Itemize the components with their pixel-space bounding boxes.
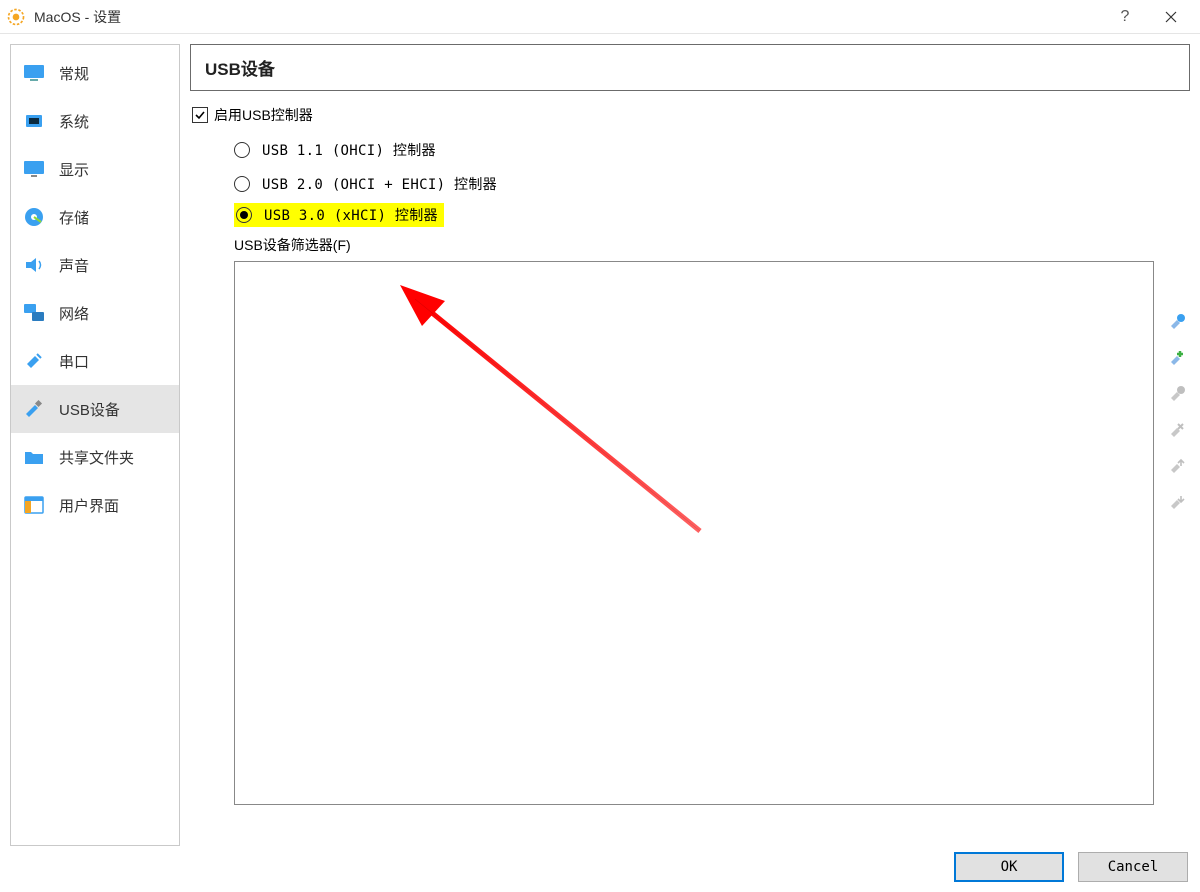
panel-title: USB设备 [190, 44, 1190, 91]
sidebar-item-system[interactable]: 系统 [11, 97, 179, 145]
sidebar-label: 存储 [59, 207, 89, 228]
usb-move-up-icon [1164, 455, 1188, 479]
folder-icon [21, 444, 47, 470]
window-controls: ? [1102, 1, 1194, 33]
sidebar-item-general[interactable]: 常规 [11, 49, 179, 97]
sidebar: 常规 系统 显示 存储 声音 网络 串口 USB设备 [10, 44, 180, 846]
sidebar-label: 共享文件夹 [59, 447, 134, 468]
sidebar-item-audio[interactable]: 声音 [11, 241, 179, 289]
window-title: MacOS - 设置 [34, 7, 1102, 27]
usb-remove-icon [1164, 419, 1188, 443]
settings-panel: USB设备 启用USB控制器 USB 1.1 (OHCI) 控制器 USB 2.… [190, 44, 1190, 846]
radio-usb-2-0[interactable]: USB 2.0 (OHCI + EHCI) 控制器 [234, 167, 1190, 201]
content-area: 常规 系统 显示 存储 声音 网络 串口 USB设备 [0, 34, 1200, 846]
sidebar-item-usb[interactable]: USB设备 [11, 385, 179, 433]
usb-add-from-device-icon[interactable] [1164, 347, 1188, 371]
sidebar-item-ui[interactable]: 用户界面 [11, 481, 179, 529]
sidebar-label: 显示 [59, 159, 89, 180]
usb-filter-label: USB设备筛选器(F) [234, 235, 1190, 255]
usb-add-new-icon[interactable] [1164, 311, 1188, 335]
titlebar: MacOS - 设置 ? [0, 0, 1200, 34]
radio-label: USB 1.1 (OHCI) 控制器 [262, 140, 436, 160]
usb-filter-actions [1164, 311, 1188, 515]
sidebar-item-serial[interactable]: 串口 [11, 337, 179, 385]
help-button[interactable]: ? [1102, 1, 1148, 33]
dialog-buttons: OK Cancel [954, 852, 1188, 882]
sidebar-label: 系统 [59, 111, 89, 132]
radio-label: USB 3.0 (xHCI) 控制器 [264, 205, 438, 225]
radio-icon [234, 176, 250, 192]
sidebar-item-network[interactable]: 网络 [11, 289, 179, 337]
chip-icon [21, 108, 47, 134]
display-icon [21, 156, 47, 182]
usb-move-down-icon [1164, 491, 1188, 515]
sidebar-item-shared[interactable]: 共享文件夹 [11, 433, 179, 481]
sidebar-label: 常规 [59, 63, 89, 84]
layout-icon [21, 492, 47, 518]
checkmark-icon [192, 107, 208, 123]
network-icon [21, 300, 47, 326]
sidebar-label: 串口 [59, 351, 89, 372]
usb-controller-radio-group: USB 1.1 (OHCI) 控制器 USB 2.0 (OHCI + EHCI)… [234, 133, 1190, 229]
usb-filter-list[interactable] [234, 261, 1154, 805]
sidebar-item-storage[interactable]: 存储 [11, 193, 179, 241]
enable-usb-label: 启用USB控制器 [214, 105, 313, 125]
ok-button[interactable]: OK [954, 852, 1064, 882]
close-button[interactable] [1148, 1, 1194, 33]
radio-usb-1-1[interactable]: USB 1.1 (OHCI) 控制器 [234, 133, 1190, 167]
radio-usb-3-0[interactable]: USB 3.0 (xHCI) 控制器 [234, 203, 444, 227]
sidebar-label: 网络 [59, 303, 89, 324]
speaker-icon [21, 252, 47, 278]
sidebar-label: 用户界面 [59, 495, 119, 516]
enable-usb-checkbox[interactable]: 启用USB控制器 [192, 105, 1190, 125]
sidebar-label: 声音 [59, 255, 89, 276]
radio-icon [236, 207, 252, 223]
radio-icon [234, 142, 250, 158]
sidebar-item-display[interactable]: 显示 [11, 145, 179, 193]
cancel-button[interactable]: Cancel [1078, 852, 1188, 882]
monitor-icon [21, 60, 47, 86]
usb-edit-icon [1164, 383, 1188, 407]
plug-icon [21, 348, 47, 374]
app-gear-icon [6, 7, 26, 27]
disk-icon [21, 204, 47, 230]
radio-label: USB 2.0 (OHCI + EHCI) 控制器 [262, 174, 497, 194]
sidebar-label: USB设备 [59, 399, 120, 420]
panel-body: 启用USB控制器 USB 1.1 (OHCI) 控制器 USB 2.0 (OHC… [190, 101, 1190, 846]
usb-icon [21, 396, 47, 422]
